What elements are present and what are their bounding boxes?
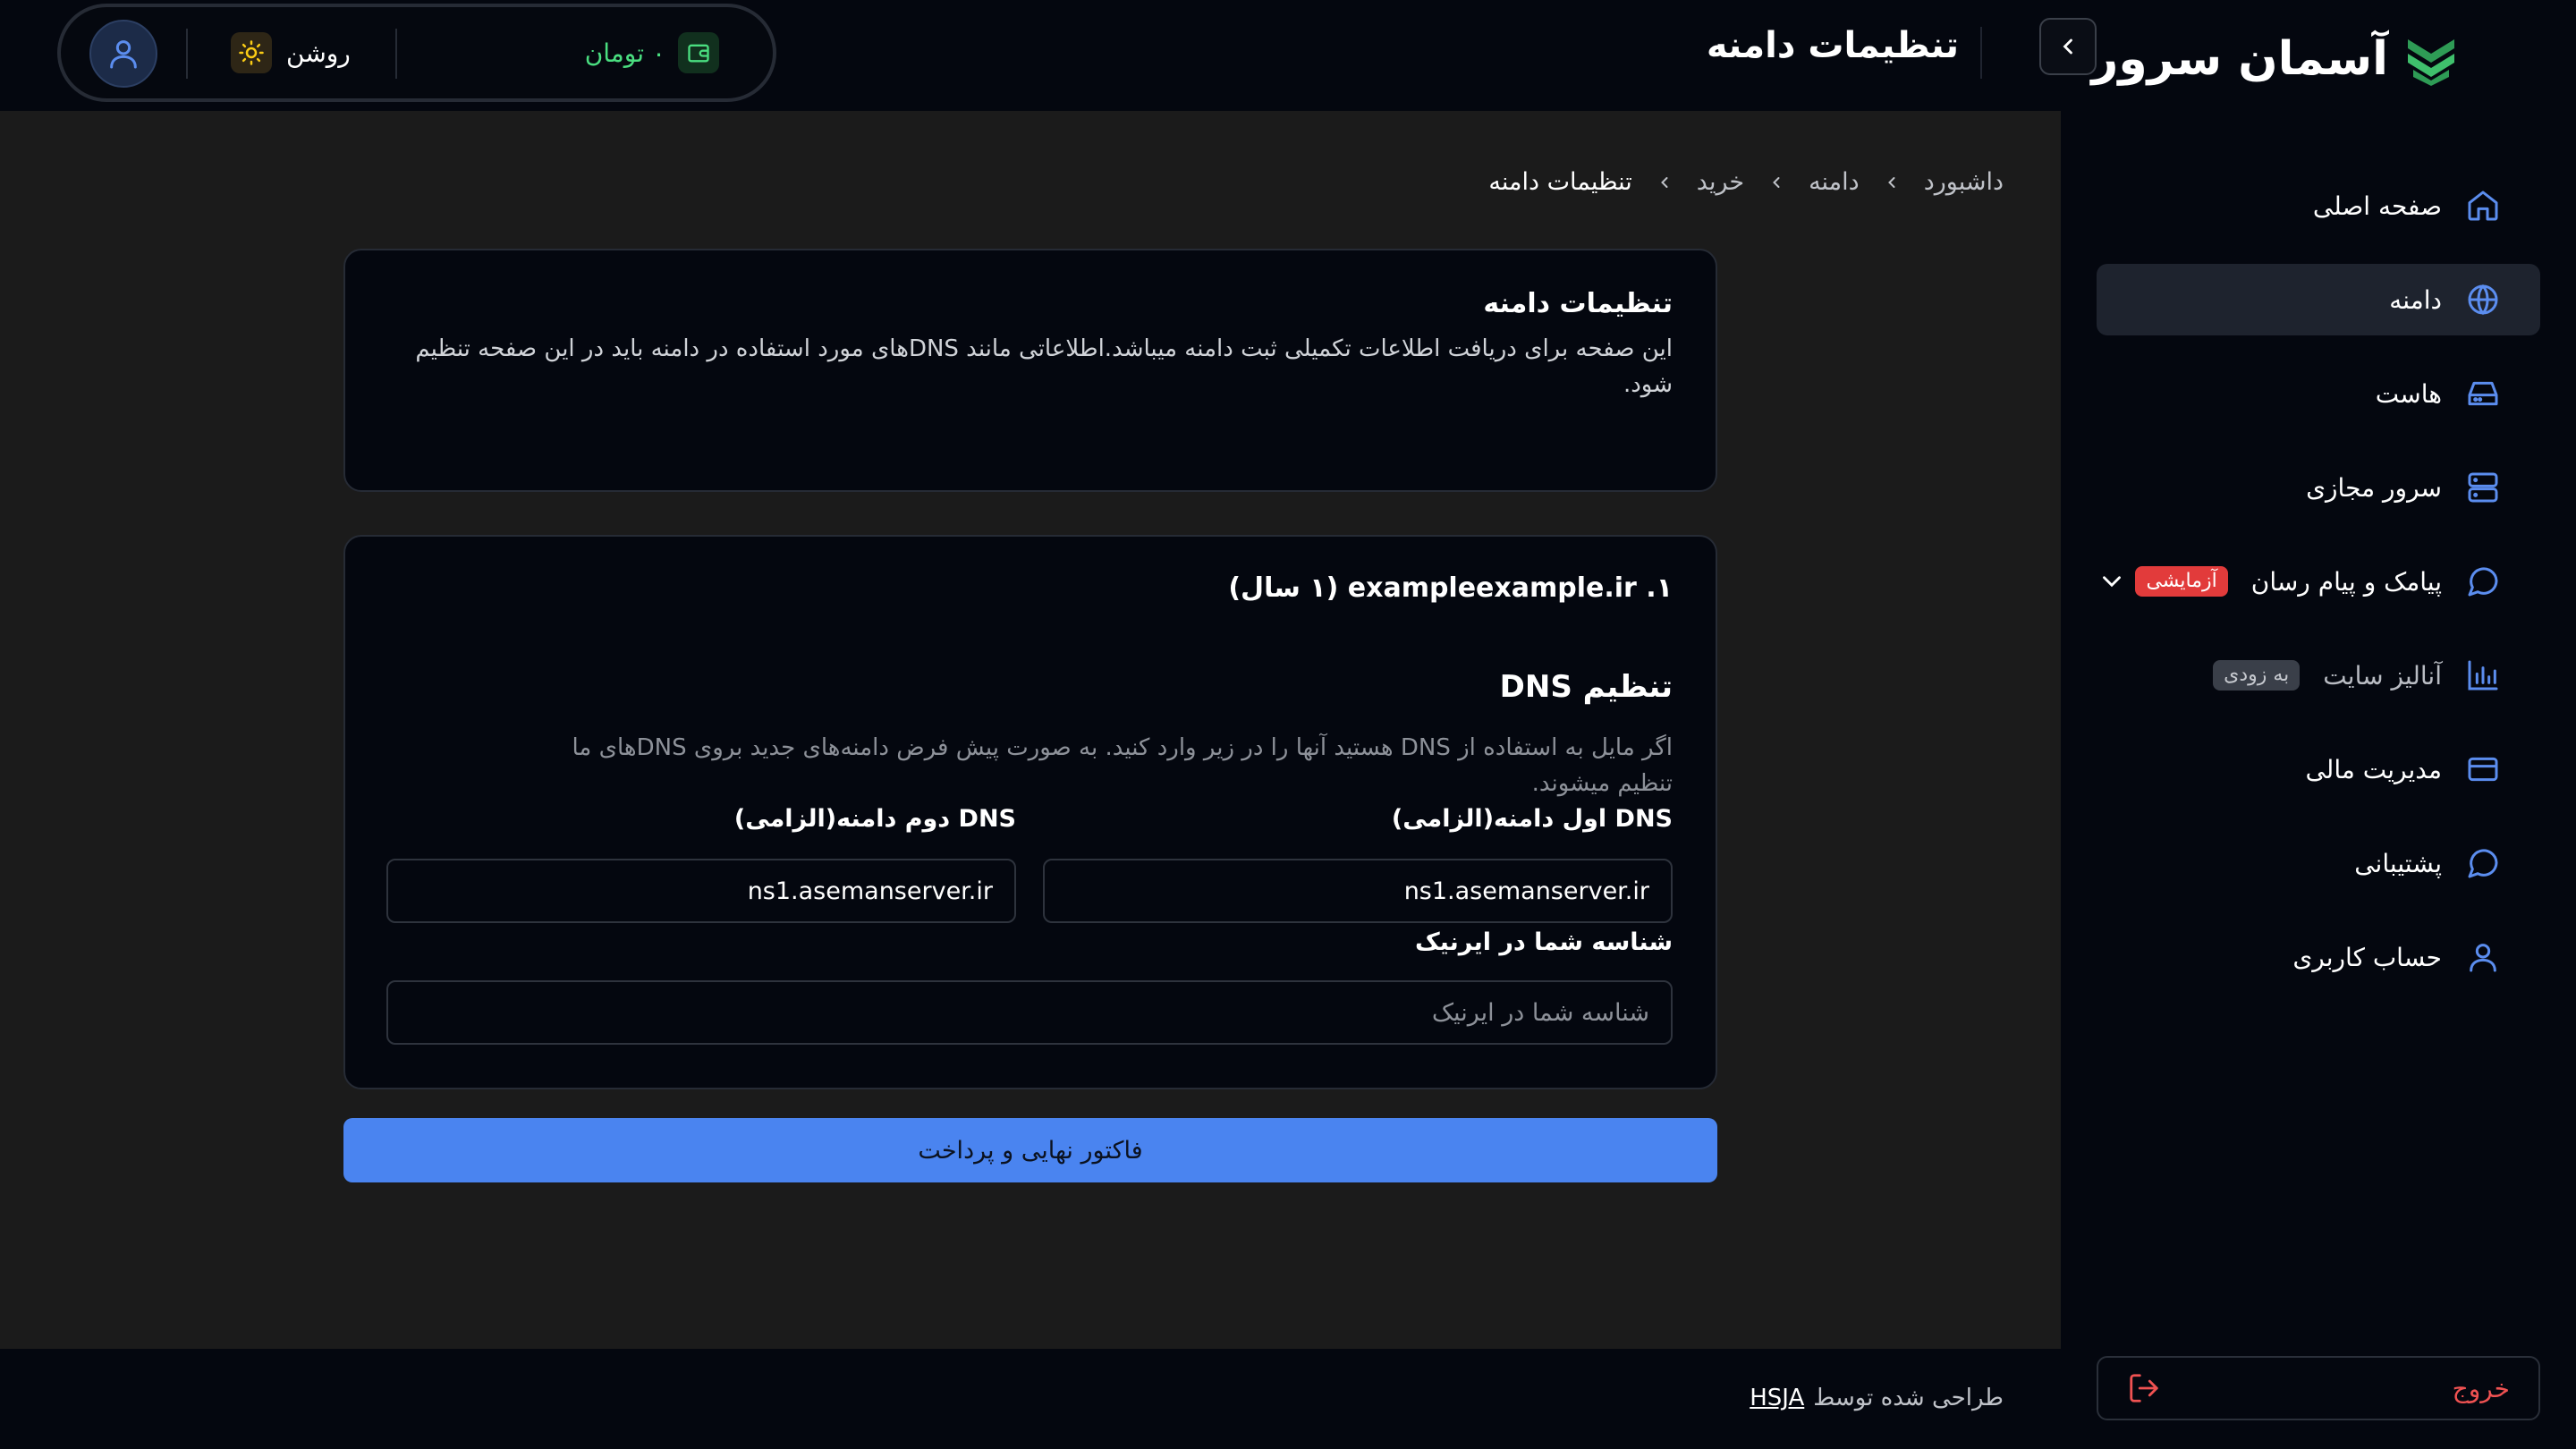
- sidebar-item-support[interactable]: پشتیبانی: [2097, 827, 2540, 899]
- sidebar-item-vps[interactable]: سرور مجازی: [2097, 452, 2540, 523]
- divider: [1980, 27, 1982, 79]
- app-root: آسمان سرور صفحه اصلی دامنه هاست سرور مجا…: [0, 0, 2576, 1449]
- breadcrumb-purchase[interactable]: خرید: [1697, 168, 1744, 196]
- logout-button[interactable]: خروج: [2097, 1356, 2540, 1420]
- user-toolbar: ۰ تومان روشن: [57, 4, 776, 102]
- user-icon: [2470, 944, 2496, 972]
- wallet-icon: [678, 32, 719, 73]
- sidebar-item-home[interactable]: صفحه اصلی: [2097, 170, 2540, 242]
- footer: طراحی شده توسط HSJA: [0, 1349, 2061, 1449]
- sun-icon: [231, 32, 272, 73]
- sidebar-item-label: حساب کاربری: [2292, 942, 2442, 972]
- dns1-label: DNS اول دامنه(الزامی): [1391, 805, 1673, 833]
- intro-title: تنظیمات دامنه: [1483, 288, 1673, 319]
- sidebar-item-analytics: آنالیز سایت به زودی: [2097, 640, 2540, 711]
- sidebar-item-label: پیامک و پیام رسان: [2250, 566, 2442, 597]
- bar-chart-icon: [2468, 660, 2498, 691]
- dns-heading: تنظیم DNS: [1499, 669, 1673, 705]
- intro-text: این صفحه برای دریافت اطلاعات تکمیلی ثبت …: [415, 335, 1673, 398]
- chevron-left-icon: [1773, 176, 1780, 188]
- sidebar-nav: صفحه اصلی دامنه هاست سرور مجازی پیامک و …: [2097, 170, 2540, 1015]
- brand[interactable]: آسمان سرور: [2091, 23, 2460, 95]
- page-title: تنظیمات دامنه: [1706, 25, 1959, 66]
- brand-logo-icon: [2408, 39, 2454, 86]
- support-chat-icon: [2468, 849, 2498, 878]
- credit-card-icon: [2468, 757, 2498, 782]
- avatar[interactable]: [89, 20, 157, 88]
- sidebar-item-label: پشتیبانی: [2354, 848, 2442, 878]
- breadcrumb-domain[interactable]: دامنه: [1809, 168, 1860, 196]
- divider: [186, 29, 188, 79]
- sidebar-item-label: آنالیز سایت: [2323, 660, 2442, 691]
- chevron-left-icon: [1887, 176, 1895, 188]
- sidebar: آسمان سرور صفحه اصلی دامنه هاست سرور مجا…: [2061, 0, 2576, 1449]
- wallet-amount: ۰ تومان: [584, 38, 665, 68]
- breadcrumb-current: تنظیمات دامنه: [1488, 168, 1632, 196]
- server-icon: [2468, 472, 2498, 503]
- sidebar-item-label: سرور مجازی: [2306, 472, 2442, 503]
- experimental-badge: آزمایشی: [2135, 566, 2228, 597]
- footer-text: طراحی شده توسط: [1813, 1385, 2004, 1411]
- sidebar-item-sms[interactable]: پیامک و پیام رسان آزمایشی: [2097, 546, 2540, 617]
- dns2-label: DNS دوم دامنه(الزامی): [733, 805, 1016, 833]
- sidebar-item-host[interactable]: هاست: [2097, 358, 2540, 429]
- footer-link[interactable]: HSJA: [1750, 1385, 1804, 1411]
- sidebar-item-label: مدیریت مالی: [2305, 754, 2442, 784]
- logout-label: خروج: [2452, 1373, 2510, 1403]
- chevron-left-icon: [2063, 38, 2072, 55]
- breadcrumb: داشبورد دامنه خرید تنظیمات دامنه: [1488, 168, 2004, 196]
- breadcrumb-dashboard[interactable]: داشبورد: [1924, 168, 2004, 196]
- top-header: تنظیمات دامنه ۰ تومان روشن: [0, 0, 2097, 111]
- sidebar-item-finance[interactable]: مدیریت مالی: [2097, 733, 2540, 805]
- sidebar-item-label: صفحه اصلی: [2312, 191, 2442, 221]
- theme-label: روشن: [286, 38, 351, 68]
- wallet-balance[interactable]: ۰ تومان: [585, 32, 719, 73]
- coming-soon-badge: به زودی: [2213, 660, 2301, 691]
- chevron-left-icon: [1660, 176, 1668, 188]
- logout-icon: [2130, 1374, 2158, 1402]
- home-icon: [2468, 191, 2498, 221]
- checkout-button[interactable]: فاکتور نهایی و پرداخت: [343, 1118, 1717, 1182]
- dns-help-text: اگر مایل به استفاده از DNS هستید آنها را…: [572, 734, 1674, 797]
- sidebar-item-label: هاست: [2375, 378, 2442, 409]
- dns1-input[interactable]: [1043, 859, 1673, 923]
- sidebar-item-label: دامنه: [2389, 284, 2442, 315]
- irnic-label: شناسه شما در ایرنیک: [1414, 928, 1673, 956]
- sidebar-item-domain[interactable]: دامنه: [2097, 264, 2540, 335]
- hard-drive-icon: [2468, 381, 2498, 406]
- brand-name: آسمان سرور: [2091, 32, 2388, 86]
- domain-settings-card: ۱. exampleexample.ir (۱ سال) تنظیم DNS ا…: [343, 535, 1717, 1089]
- intro-card: تنظیمات دامنه این صفحه برای دریافت اطلاع…: [343, 249, 1717, 492]
- chevron-down-icon[interactable]: [2097, 566, 2127, 597]
- user-avatar-icon: [110, 40, 137, 69]
- domain-title: ۱. exampleexample.ir (۱ سال): [1228, 572, 1673, 604]
- globe-icon: [2468, 284, 2498, 316]
- dns2-input[interactable]: [386, 859, 1016, 923]
- divider: [395, 29, 397, 79]
- message-icon: [2468, 567, 2498, 597]
- irnic-input[interactable]: [386, 980, 1673, 1045]
- theme-toggle[interactable]: روشن: [231, 32, 351, 73]
- sidebar-collapse-button[interactable]: [2039, 18, 2097, 75]
- footer-credit: طراحی شده توسط HSJA: [1750, 1385, 2004, 1411]
- sidebar-item-account[interactable]: حساب کاربری: [2097, 921, 2540, 993]
